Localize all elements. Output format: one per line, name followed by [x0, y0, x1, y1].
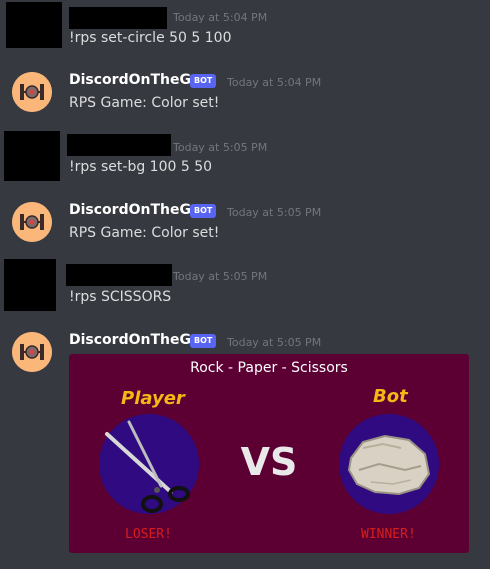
scissors-icon	[105, 420, 190, 513]
rps-result-card[interactable]: Rock - Paper - Scissors Player Bot VS LO…	[69, 354, 469, 553]
vs-text: VS	[240, 440, 298, 484]
tie-fighter-icon	[12, 202, 52, 242]
timestamp: Today at 5:04 PM	[227, 76, 322, 89]
timestamp: Today at 5:04 PM	[173, 11, 268, 24]
redacted-username	[67, 134, 171, 156]
card-title: Rock - Paper - Scissors	[190, 360, 348, 376]
timestamp: Today at 5:05 PM	[173, 270, 268, 283]
timestamp: Today at 5:05 PM	[227, 206, 322, 219]
bot-choice-circle	[339, 414, 439, 514]
timestamp: Today at 5:05 PM	[173, 141, 268, 154]
bot-label: Bot	[373, 386, 408, 407]
bot-tag: BOT	[190, 204, 217, 218]
bot-avatar[interactable]	[12, 332, 52, 372]
redacted-avatar	[4, 131, 60, 181]
message-text: !rps set-circle 50 5 100	[69, 30, 232, 46]
message-text: RPS Game: Color set!	[69, 95, 220, 111]
message-text: !rps set-bg 100 5 50	[69, 159, 213, 175]
bot-avatar[interactable]	[12, 202, 52, 242]
redacted-username	[69, 7, 167, 29]
username[interactable]: DiscordOnTheGo	[69, 202, 201, 218]
message-text: !rps SCISSORS	[69, 289, 172, 305]
bot-tag: BOT	[190, 334, 217, 348]
message-text: RPS Game: Color set!	[69, 225, 220, 241]
username[interactable]: DiscordOnTheGo	[69, 72, 201, 88]
tie-fighter-icon	[12, 72, 52, 112]
timestamp: Today at 5:05 PM	[227, 336, 322, 349]
redacted-avatar	[6, 2, 62, 48]
bot-result: WINNER!	[361, 527, 416, 542]
tie-fighter-icon	[12, 332, 52, 372]
redacted-avatar	[4, 259, 56, 311]
rock-icon	[347, 434, 431, 496]
player-result: LOSER!	[125, 527, 172, 542]
player-choice-circle	[99, 414, 199, 514]
bot-avatar[interactable]	[12, 72, 52, 112]
bot-tag: BOT	[190, 74, 217, 88]
username[interactable]: DiscordOnTheGo	[69, 332, 201, 348]
player-label: Player	[121, 388, 185, 409]
redacted-username	[66, 264, 172, 286]
